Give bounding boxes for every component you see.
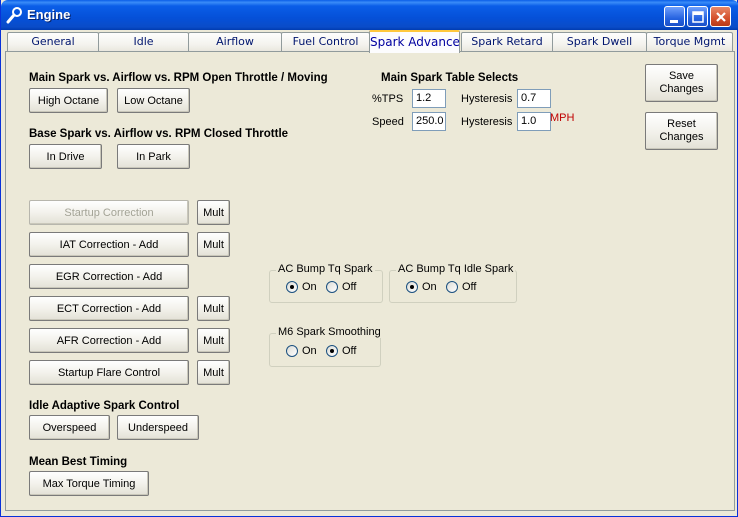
ac-bump-spark-on-radio[interactable]: On [286,281,317,293]
table-selects-heading: Main Spark Table Selects [381,72,519,84]
iat-mult-button[interactable]: Mult [197,232,230,257]
tab-idle[interactable]: Idle [98,32,189,52]
tps-hysteresis-input[interactable]: 0.7 [517,89,551,108]
startup-flare-button[interactable]: Startup Flare Control [29,360,189,385]
startup-mult-button[interactable]: Mult [197,200,230,225]
max-torque-timing-button[interactable]: Max Torque Timing [29,471,149,496]
spark-advance-panel: Main Spark vs. Airflow vs. RPM Open Thro… [5,51,735,511]
radio-checked-icon [326,345,338,357]
radio-label: On [302,345,317,357]
m6-smoothing-on-radio[interactable]: On [286,345,317,357]
mbt-heading: Mean Best Timing [29,456,128,468]
egr-correction-button[interactable]: EGR Correction - Add [29,264,189,289]
speed-hysteresis-label: Hysteresis [461,116,513,128]
ac-bump-spark-group: AC Bump Tq Spark On Off [269,263,383,303]
radio-label: Off [342,345,357,357]
afr-mult-button[interactable]: Mult [197,328,230,353]
radio-label: Off [342,281,357,293]
tab-spark-dwell[interactable]: Spark Dwell [552,32,647,52]
ac-bump-idle-spark-group: AC Bump Tq Idle Spark On Off [389,263,517,303]
title-bar[interactable]: Engine [1,0,738,30]
ac-bump-idle-spark-on-radio[interactable]: On [406,281,437,293]
high-octane-button[interactable]: High Octane [29,88,108,113]
idle-adaptive-heading: Idle Adaptive Spark Control [29,400,180,412]
ect-mult-button[interactable]: Mult [197,296,230,321]
tab-spark-advance[interactable]: Spark Advance [369,30,460,53]
tps-input[interactable]: 1.2 [412,89,446,108]
minimize-icon [670,20,678,23]
iat-correction-button[interactable]: IAT Correction - Add [29,232,189,257]
wrench-icon [6,7,22,24]
main-spark-heading: Main Spark vs. Airflow vs. RPM Open Thro… [29,72,328,84]
save-changes-button[interactable]: Save Changes [645,64,718,102]
radio-label: On [422,281,437,293]
speed-unit-label: MPH [550,112,575,124]
tab-spark-retard[interactable]: Spark Retard [461,32,553,52]
tab-airflow[interactable]: Airflow [188,32,282,52]
speed-input[interactable]: 250.0 [412,112,446,131]
ac-bump-spark-off-radio[interactable]: Off [326,281,356,293]
tps-label: %TPS [372,93,404,105]
radio-unchecked-icon [446,281,458,293]
underspeed-button[interactable]: Underspeed [117,415,199,440]
in-park-button[interactable]: In Park [117,144,190,169]
m6-smoothing-group: M6 Spark Smoothing On Off [269,326,383,367]
ac-bump-idle-spark-title: AC Bump Tq Idle Spark [396,263,516,275]
radio-checked-icon [406,281,418,293]
engine-window: Engine General Idle Airflow Fuel Control… [0,0,738,517]
startup-correction-button[interactable]: Startup Correction [29,200,189,225]
radio-label: On [302,281,317,293]
maximize-button[interactable] [687,6,708,27]
ect-correction-button[interactable]: ECT Correction - Add [29,296,189,321]
tps-hysteresis-label: Hysteresis [461,93,513,105]
maximize-icon [692,11,704,23]
ac-bump-idle-spark-off-radio[interactable]: Off [446,281,476,293]
flare-mult-button[interactable]: Mult [197,360,230,385]
tab-fuel-control[interactable]: Fuel Control [281,32,370,52]
window-client: General Idle Airflow Fuel Control Spark … [5,30,735,513]
speed-hysteresis-input[interactable]: 1.0 [517,112,551,131]
in-drive-button[interactable]: In Drive [29,144,102,169]
radio-unchecked-icon [326,281,338,293]
ac-bump-spark-title: AC Bump Tq Spark [276,263,375,275]
close-button[interactable] [710,6,731,27]
m6-smoothing-off-radio[interactable]: Off [326,345,356,357]
base-spark-heading: Base Spark vs. Airflow vs. RPM Closed Th… [29,128,289,140]
window-title: Engine [27,7,71,22]
afr-correction-button[interactable]: AFR Correction - Add [29,328,189,353]
radio-checked-icon [286,281,298,293]
close-icon [716,12,726,22]
tab-general[interactable]: General [7,32,99,52]
m6-smoothing-title: M6 Spark Smoothing [276,326,383,338]
reset-changes-button[interactable]: Reset Changes [645,112,718,150]
radio-unchecked-icon [286,345,298,357]
tab-torque-mgmt[interactable]: Torque Mgmt [646,32,733,52]
minimize-button[interactable] [664,6,685,27]
overspeed-button[interactable]: Overspeed [29,415,110,440]
speed-label: Speed [372,116,404,128]
low-octane-button[interactable]: Low Octane [117,88,190,113]
radio-label: Off [462,281,477,293]
